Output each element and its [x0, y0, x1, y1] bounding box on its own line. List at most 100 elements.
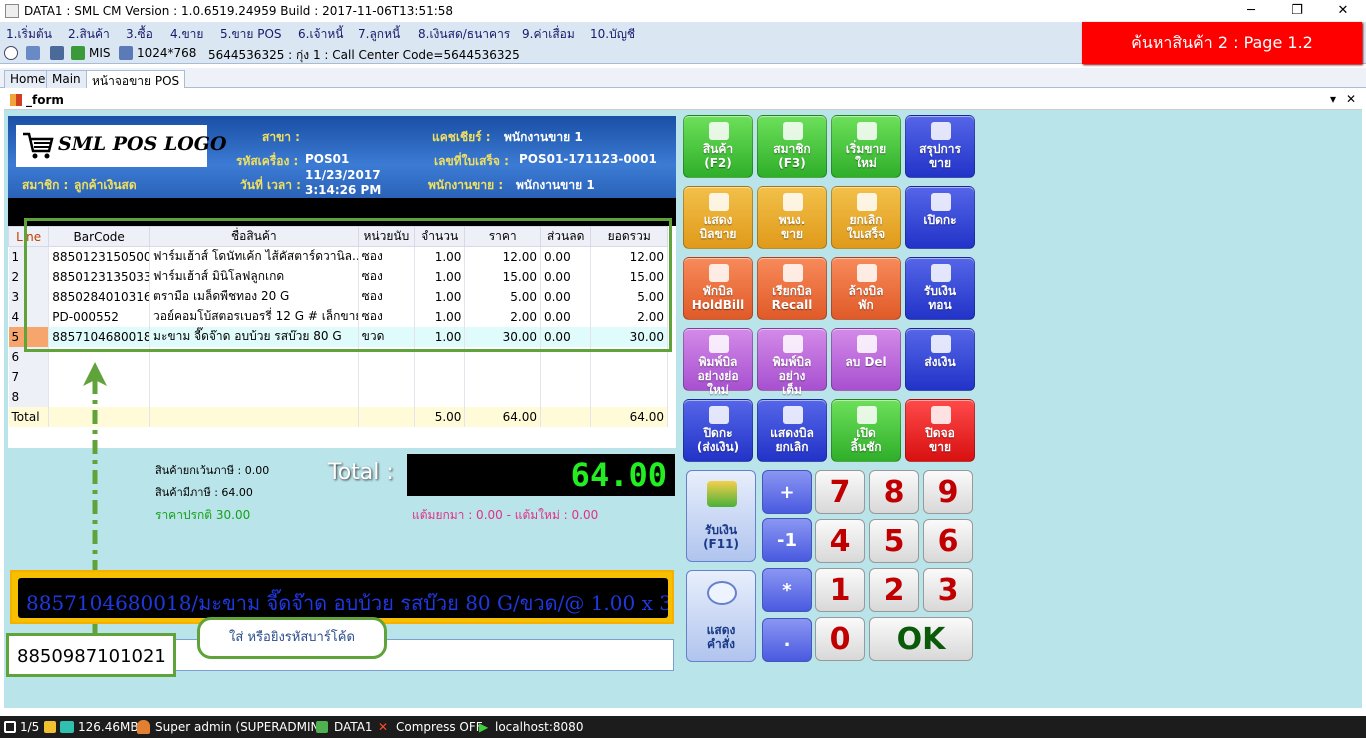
- minus-one-button[interactable]: -1: [762, 518, 812, 562]
- cell-quantity[interactable]: [414, 366, 466, 387]
- recall-bill-label: เรียกบิล Recall: [771, 284, 813, 312]
- close-shift-label: ปิดกะ (ส่งเงิน): [696, 426, 740, 454]
- compress-off-icon: ✕: [378, 720, 389, 734]
- show-commands-button[interactable]: แสดง คำสั่ง: [686, 570, 756, 662]
- plus-button[interactable]: +: [762, 470, 812, 514]
- cell-line[interactable]: 8: [8, 386, 50, 407]
- image-icon[interactable]: [119, 46, 133, 60]
- cell-discount[interactable]: [540, 366, 592, 387]
- salesperson-value: พนักงานขาย 1: [516, 178, 595, 192]
- print-short-bill-button[interactable]: พิมพ์บิล อย่างย่อ ใหม่: [683, 328, 753, 397]
- sales-summary-button[interactable]: สรุปการ ขาย: [905, 115, 975, 178]
- dot-button[interactable]: .: [762, 618, 812, 662]
- digit-2-button[interactable]: 2: [869, 568, 919, 612]
- digit-0-button[interactable]: 0: [815, 617, 865, 661]
- form-icon: [10, 94, 22, 106]
- branch-label: สาขา :: [262, 130, 300, 144]
- cell-product-name[interactable]: [149, 366, 359, 387]
- barcode-input[interactable]: 8850987101021: [6, 633, 176, 677]
- total-cell-quantity: 5.00: [414, 406, 466, 427]
- cell-line[interactable]: 7: [8, 366, 50, 387]
- form-close-button[interactable]: ✕: [1346, 92, 1356, 106]
- total-label: Total :: [328, 460, 394, 485]
- multiply-button[interactable]: *: [762, 568, 812, 612]
- print-short-bill-label: พิมพ์บิล อย่างย่อ ใหม่: [697, 355, 739, 397]
- date-value: 11/23/2017: [305, 168, 381, 182]
- close-pos-button[interactable]: ปิดจอ ขาย: [905, 399, 975, 462]
- print-full-bill-button[interactable]: พิมพ์บิล อย่าง เต็ม: [757, 328, 827, 397]
- show-cancelled-bill-button[interactable]: แสดงบิล ยกเลิก: [757, 399, 827, 462]
- digit-8-button[interactable]: 8: [869, 470, 919, 514]
- datetime-label: วันที่ เวลา :: [240, 178, 301, 192]
- show-sales-bill-button[interactable]: แสดง บิลขาย: [683, 186, 753, 249]
- drawer-icon: [857, 406, 877, 424]
- cell-price[interactable]: [464, 366, 541, 387]
- form-pin-button[interactable]: ▾: [1330, 92, 1336, 106]
- total-cell-amount: 64.00: [590, 406, 668, 427]
- cell-product-name[interactable]: [149, 386, 359, 407]
- cell-amount[interactable]: [590, 386, 668, 407]
- salesperson-button[interactable]: พนง. ขาย: [757, 186, 827, 249]
- window-title: DATA1 : SML CM Version : 1.0.6519.24959 …: [24, 4, 454, 18]
- digit-6-button[interactable]: 6: [923, 519, 973, 563]
- digit-9-button[interactable]: 9: [923, 470, 973, 514]
- new-sale-button[interactable]: เริ่มขาย ใหม่: [831, 115, 901, 178]
- receipt-label: เลขที่ใบเสร็จ :: [434, 154, 509, 168]
- title-bar: DATA1 : SML CM Version : 1.0.6519.24959 …: [0, 0, 1366, 22]
- grand-total-display: 64.00: [407, 454, 675, 496]
- cancel-receipt-button[interactable]: ยกเลิก ใบเสร็จ: [831, 186, 901, 249]
- restore-button[interactable]: ❐: [1274, 0, 1320, 22]
- digit-1-button[interactable]: 1: [815, 568, 865, 612]
- receive-payment-label: รับเงิน (F11): [703, 523, 739, 551]
- tab-home[interactable]: Home: [4, 70, 52, 88]
- logo-text: SML POS LOGO: [58, 133, 227, 155]
- ok-button[interactable]: OK: [869, 617, 973, 661]
- tab-main[interactable]: Main: [46, 70, 87, 88]
- cell-unit[interactable]: [358, 386, 416, 407]
- pos-logo: SML POS LOGO: [16, 125, 227, 167]
- clear-held-bill-button[interactable]: ล้างบิล พัก: [831, 257, 901, 320]
- clock-icon[interactable]: [4, 46, 18, 60]
- cell-amount[interactable]: [590, 366, 668, 387]
- digit-5-button[interactable]: 5: [869, 519, 919, 563]
- cell-unit[interactable]: [358, 366, 416, 387]
- page-icon: [4, 721, 16, 733]
- products-button[interactable]: สินค้า (F2): [683, 115, 753, 178]
- send-money-label: ส่งเงิน: [924, 355, 956, 369]
- play-icon: ▶: [479, 720, 489, 734]
- digit-4-button[interactable]: 4: [815, 519, 865, 563]
- mis-label[interactable]: MIS: [89, 46, 111, 60]
- cashier-value: พนักงานขาย 1: [504, 130, 583, 144]
- printer-icon: [709, 335, 729, 353]
- document-icon: [783, 406, 803, 424]
- delete-button[interactable]: ลบ Del: [831, 328, 901, 391]
- cell-price[interactable]: [464, 386, 541, 407]
- eraser-icon: [857, 264, 877, 282]
- recall-bill-button[interactable]: เรียกบิล Recall: [757, 257, 827, 320]
- print-full-bill-label: พิมพ์บิล อย่าง เต็ม: [772, 355, 812, 397]
- tab-pos-screen[interactable]: หน้าจอขาย POS: [86, 70, 186, 88]
- close-shift-button[interactable]: ปิดกะ (ส่งเงิน): [683, 399, 753, 462]
- hold-bill-button[interactable]: พักบิล HoldBill: [683, 257, 753, 320]
- chart-icon[interactable]: [71, 46, 85, 60]
- minimize-button[interactable]: ─: [1228, 0, 1274, 22]
- money-bag-icon: [931, 264, 951, 282]
- window-icon[interactable]: [26, 46, 40, 60]
- open-drawer-button[interactable]: เปิด ลิ้นชัก: [831, 399, 901, 462]
- barcode-hint-bubble: ใส่ หรือยิงรหัสบาร์โค้ด: [197, 617, 387, 659]
- cell-discount[interactable]: [540, 386, 592, 407]
- calculator-icon[interactable]: [50, 46, 64, 60]
- receive-payment-button[interactable]: รับเงิน (F11): [686, 470, 756, 562]
- close-window-button[interactable]: ✕: [1320, 0, 1366, 22]
- digit-7-button[interactable]: 7: [815, 470, 865, 514]
- points-info: แต้มยกมา : 0.00 - แต้มใหม่ : 0.00: [412, 508, 599, 522]
- members-button[interactable]: สมาชิก (F3): [757, 115, 827, 178]
- last-item-marquee: 8857104680018/มะขาม จี๊ดจ๊าด อบบ้วย รสบ๊…: [10, 570, 674, 624]
- cell-quantity[interactable]: [414, 386, 466, 407]
- digit-3-button[interactable]: 3: [923, 568, 973, 612]
- receive-change-button[interactable]: รับเงิน ทอน: [905, 257, 975, 320]
- open-shift-button[interactable]: เปิดกะ: [905, 186, 975, 249]
- send-money-button[interactable]: ส่งเงิน: [905, 328, 975, 391]
- arrow-icon: [709, 406, 729, 424]
- power-icon: [931, 406, 951, 424]
